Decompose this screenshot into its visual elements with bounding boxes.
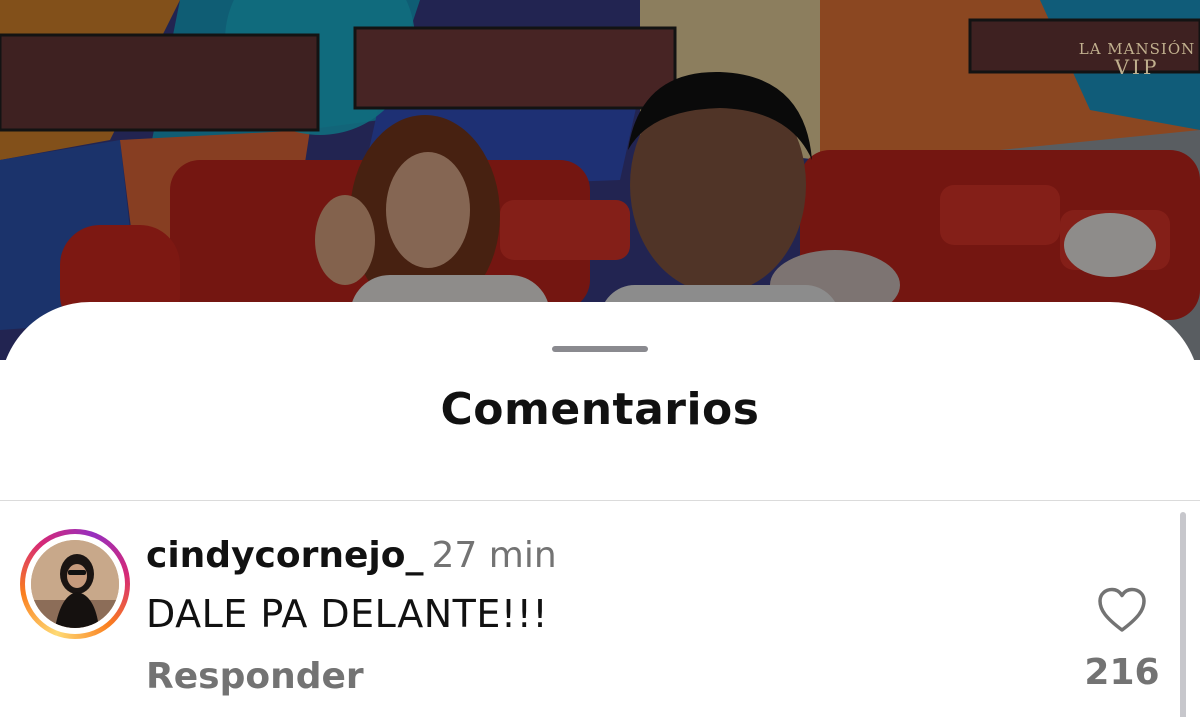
watermark-line-2: VIP bbox=[1114, 55, 1160, 79]
like-button[interactable] bbox=[1096, 586, 1148, 634]
sheet-title: Comentarios bbox=[440, 384, 760, 435]
story-ring[interactable] bbox=[20, 529, 130, 639]
header-divider bbox=[0, 500, 1200, 501]
comment-timestamp: 27 min bbox=[431, 535, 557, 576]
comments-sheet: Comentarios cindycornejo_ 27 min DALE PA… bbox=[0, 302, 1200, 717]
comment-text: DALE PA DELANTE!!! bbox=[146, 592, 549, 636]
scrollbar[interactable] bbox=[1180, 512, 1186, 717]
avatar-frame bbox=[25, 534, 125, 634]
heart-outline-icon bbox=[1098, 587, 1146, 632]
avatar-image bbox=[31, 540, 119, 628]
comment-username[interactable]: cindycornejo_ bbox=[146, 535, 424, 576]
sheet-drag-handle[interactable] bbox=[552, 346, 648, 352]
channel-watermark: LA MANSIÓN VIP bbox=[1078, 40, 1196, 79]
reply-button[interactable]: Responder bbox=[146, 656, 364, 697]
avatar[interactable] bbox=[31, 540, 119, 628]
like-count: 216 bbox=[1084, 652, 1160, 693]
comment-item[interactable]: cindycornejo_ 27 min DALE PA DELANTE!!! R… bbox=[0, 502, 1200, 717]
comment-header: cindycornejo_ 27 min bbox=[146, 534, 557, 576]
